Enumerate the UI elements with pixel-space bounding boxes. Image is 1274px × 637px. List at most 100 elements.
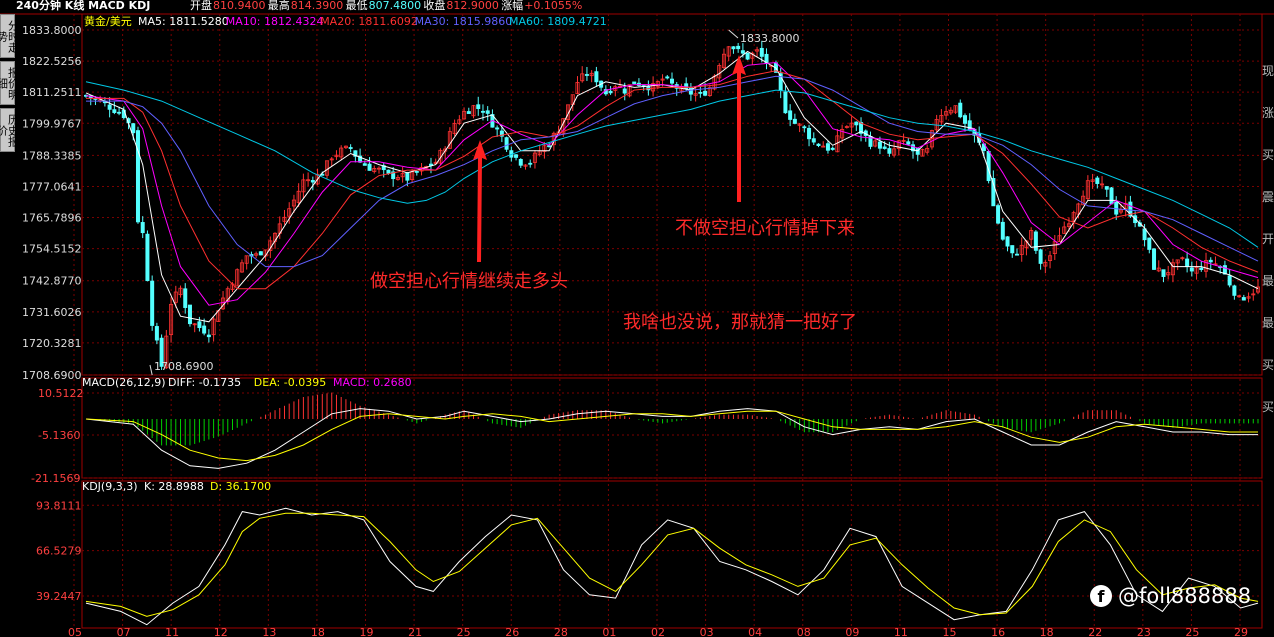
candle-body <box>1199 267 1204 271</box>
candle-body <box>258 251 263 256</box>
facebook-icon: f <box>1090 585 1112 607</box>
kdj-tick-label: 66.5279 <box>36 545 82 558</box>
candle-body <box>131 123 136 134</box>
candle-body <box>811 138 816 143</box>
candle-body <box>688 87 693 95</box>
side-tab-bar: 分时走势 报价明细 历史报价 <box>0 14 20 155</box>
x-tick-label: 26 <box>505 626 519 637</box>
kdj-legend-item: D: 36.1700 <box>210 480 271 493</box>
candle-body <box>504 137 509 150</box>
candle-body <box>1142 228 1147 241</box>
candle-body <box>187 304 192 325</box>
macd-legend-item: DIFF: -0.1735 <box>168 376 241 389</box>
candle-body <box>348 147 353 149</box>
candle-body <box>495 127 500 130</box>
candle-body <box>405 172 410 181</box>
x-tick-label: 01 <box>602 626 616 637</box>
candle-body <box>362 163 367 166</box>
price-tick-label: 1777.0641 <box>22 180 82 193</box>
kdj-label: KDJ(9,3,3) <box>82 480 138 493</box>
header-item-label: 开盘 <box>190 0 212 12</box>
watermark-text: @foll888888 <box>1118 584 1252 608</box>
x-tick-label: 22 <box>1088 626 1102 637</box>
price-tick-label: 1799.9767 <box>22 117 82 130</box>
x-tick-label: 05 <box>68 626 82 637</box>
header-item-label: 最高 <box>268 0 290 12</box>
watermark: f @foll888888 <box>1090 584 1251 608</box>
right-panel-label: 买 <box>1262 148 1274 162</box>
ma-legend-item: MA20: 1811.6092 <box>320 15 418 28</box>
candle-body <box>1109 187 1114 205</box>
candle-body <box>745 52 750 60</box>
candle-body <box>632 81 637 84</box>
candle-body <box>476 104 481 109</box>
x-tick-label: 03 <box>700 626 714 637</box>
candle-body <box>788 110 793 120</box>
macd-legend-item: DEA: -0.0395 <box>254 376 326 389</box>
candle-body <box>594 71 599 83</box>
header-item-value: 807.4800 <box>369 0 422 12</box>
candle-body <box>608 90 613 94</box>
arrow-up-1 <box>473 140 487 262</box>
ma-legend-item: MA5: 1811.5280 <box>138 15 229 28</box>
kdj-legend-item: K: 28.8988 <box>144 480 204 493</box>
candle-body <box>807 127 812 140</box>
tab-intraday[interactable]: 分时走势 <box>0 14 20 58</box>
right-panel-label: 最 <box>1262 316 1274 330</box>
x-tick-label: 16 <box>991 626 1005 637</box>
annotation-no-short-worry-drop: 不做空担心行情掉下来 <box>675 218 855 239</box>
ma10-line <box>85 61 1259 306</box>
x-tick-label: 18 <box>1040 626 1054 637</box>
candle-body <box>183 288 188 308</box>
right-panel-label: 买 <box>1262 358 1274 372</box>
candle-body <box>310 180 315 183</box>
candle-body <box>514 154 519 158</box>
candle-body <box>830 147 835 150</box>
x-tick-label: 04 <box>748 626 762 637</box>
right-panel-label: 开 <box>1262 232 1274 246</box>
candle-body <box>1152 248 1157 270</box>
candle-body <box>107 104 112 110</box>
macd-legend-item: MACD: 0.2680 <box>333 376 412 389</box>
tab-history-quote[interactable]: 历史报价 <box>0 108 20 152</box>
candle-body <box>906 141 911 145</box>
max-marker <box>728 29 739 39</box>
right-panel-label: 震 <box>1262 190 1274 204</box>
candle-body <box>698 91 703 94</box>
candle-body <box>1232 285 1237 296</box>
candle-body <box>963 115 968 124</box>
candle-body <box>1005 236 1010 247</box>
candle-body <box>882 146 887 149</box>
tab-quote-detail[interactable]: 报价明细 <box>0 61 20 105</box>
x-tick-label: 12 <box>214 626 228 637</box>
x-tick-label: 07 <box>117 626 131 637</box>
candle-body <box>154 326 159 341</box>
x-tick-label: 18 <box>311 626 325 637</box>
candle-body <box>518 159 523 166</box>
candle-body <box>584 74 589 76</box>
candle-body <box>731 46 736 50</box>
right-panel-label: 现 <box>1262 64 1274 78</box>
candle-body <box>1241 297 1246 301</box>
min-marker <box>149 364 153 376</box>
right-panel-label: 涨 <box>1262 106 1274 120</box>
annotation-just-guess: 我啥也没说，那就猜一把好了 <box>623 312 857 333</box>
header-item-value: 814.3900 <box>291 0 344 12</box>
ma20-line <box>86 70 1259 290</box>
candle-body <box>1161 269 1166 277</box>
chart-title: 240分钟 K线 MACD KDJ <box>16 0 150 12</box>
x-tick-label: 23 <box>1137 626 1151 637</box>
x-tick-label: 25 <box>457 626 471 637</box>
candle-body <box>145 233 150 282</box>
candle-body <box>1189 267 1194 272</box>
header-item-label: 最低 <box>346 0 368 12</box>
candle-body <box>140 222 145 234</box>
ma-legend-item: MA10: 1812.4324 <box>226 15 324 28</box>
candle-body <box>670 78 675 84</box>
candle-body <box>197 321 202 329</box>
panel-frame <box>81 480 1263 629</box>
candle-body <box>1104 186 1109 190</box>
x-tick-label: 25 <box>1185 626 1199 637</box>
candle-body <box>1038 249 1043 264</box>
x-tick-label: 19 <box>360 626 374 637</box>
